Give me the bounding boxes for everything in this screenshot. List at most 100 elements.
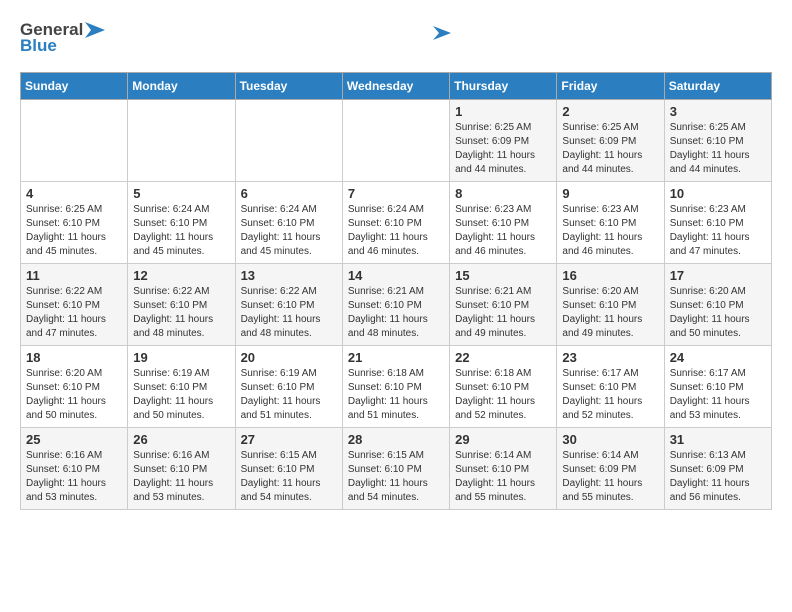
- calendar-cell: 29Sunrise: 6:14 AM Sunset: 6:10 PM Dayli…: [450, 428, 557, 510]
- calendar-day-header: Monday: [128, 73, 235, 100]
- calendar-cell: 13 Sunrise: 6:22 AM Sunset: 6:10 PM Dayli…: [235, 264, 342, 346]
- day-info-text: Sunrise: 6:23 AM Sunset: 6:10 PM Dayligh…: [455, 203, 551, 259]
- calendar-day-header: Wednesday: [342, 73, 449, 100]
- calendar-cell: 1 Sunrise: 6:25 AM Sunset: 6:09 PM Daylig…: [450, 100, 557, 182]
- calendar-cell: 4 Sunrise: 6:25 AM Sunset: 6:10 PM Daylig…: [21, 182, 128, 264]
- calendar-cell: [342, 100, 449, 182]
- calendar-day-header: Saturday: [664, 73, 771, 100]
- day-info-text: Sunrise: 6:22 AM Sunset: 6:10 PM Dayligh…: [133, 285, 229, 341]
- day-info-text: Sunrise: 6:14 AM Sunset: 6:10 PM Dayligh…: [455, 449, 551, 505]
- day-number: 14: [348, 268, 444, 283]
- calendar-cell: 20 Sunrise: 6:19 AM Sunset: 6:10 PM Dayli…: [235, 346, 342, 428]
- day-info-text: Sunrise: 6:21 AM Sunset: 6:10 PM Dayligh…: [455, 285, 551, 341]
- day-info-text: Sunrise: 6:25 AM Sunset: 6:10 PM Dayligh…: [26, 203, 122, 259]
- calendar-cell: 6 Sunrise: 6:24 AM Sunset: 6:10 PM Daylig…: [235, 182, 342, 264]
- day-number: 23: [562, 350, 658, 365]
- day-number: 3: [670, 104, 766, 119]
- day-info-text: Sunrise: 6:19 AM Sunset: 6:10 PM Dayligh…: [133, 367, 229, 423]
- day-number: 18: [26, 350, 122, 365]
- day-number: 11: [26, 268, 122, 283]
- day-number: 17: [670, 268, 766, 283]
- day-number: 7: [348, 186, 444, 201]
- day-info-text: Sunrise: 6:25 AM Sunset: 6:09 PM Dayligh…: [455, 121, 551, 177]
- day-number: 21: [348, 350, 444, 365]
- logo-arrow-icon: [85, 22, 105, 38]
- logo-blue-text: Blue: [20, 36, 57, 56]
- day-info-text: Sunrise: 6:25 AM Sunset: 6:09 PM Dayligh…: [562, 121, 658, 177]
- day-info-text: Sunrise: 6:18 AM Sunset: 6:10 PM Dayligh…: [348, 367, 444, 423]
- day-number: 13: [241, 268, 337, 283]
- day-number: 19: [133, 350, 229, 365]
- calendar-cell: 7 Sunrise: 6:24 AM Sunset: 6:10 PM Daylig…: [342, 182, 449, 264]
- day-info-text: Sunrise: 6:18 AM Sunset: 6:10 PM Dayligh…: [455, 367, 551, 423]
- day-number: 12: [133, 268, 229, 283]
- day-number: 10: [670, 186, 766, 201]
- calendar-cell: 31Sunrise: 6:13 AM Sunset: 6:09 PM Dayli…: [664, 428, 771, 510]
- calendar-table: SundayMondayTuesdayWednesdayThursdayFrid…: [20, 72, 772, 510]
- header: General Blue: [20, 20, 772, 56]
- calendar-cell: 14 Sunrise: 6:21 AM Sunset: 6:10 PM Dayli…: [342, 264, 449, 346]
- day-info-text: Sunrise: 6:23 AM Sunset: 6:10 PM Dayligh…: [562, 203, 658, 259]
- calendar-day-header: Thursday: [450, 73, 557, 100]
- day-number: 5: [133, 186, 229, 201]
- calendar-week-row: 18 Sunrise: 6:20 AM Sunset: 6:10 PM Dayli…: [21, 346, 772, 428]
- calendar-cell: 3 Sunrise: 6:25 AM Sunset: 6:10 PM Daylig…: [664, 100, 771, 182]
- day-info-text: Sunrise: 6:20 AM Sunset: 6:10 PM Dayligh…: [562, 285, 658, 341]
- calendar-cell: 24 Sunrise: 6:17 AM Sunset: 6:10 PM Dayli…: [664, 346, 771, 428]
- calendar-cell: [128, 100, 235, 182]
- day-number: 6: [241, 186, 337, 201]
- day-info-text: Sunrise: 6:25 AM Sunset: 6:10 PM Dayligh…: [670, 121, 766, 177]
- calendar-cell: 19 Sunrise: 6:19 AM Sunset: 6:10 PM Dayli…: [128, 346, 235, 428]
- calendar-cell: 26 Sunrise: 6:16 AM Sunset: 6:10 PM Dayli…: [128, 428, 235, 510]
- day-info-text: Sunrise: 6:15 AM Sunset: 6:10 PM Dayligh…: [348, 449, 444, 505]
- calendar-week-row: 1 Sunrise: 6:25 AM Sunset: 6:09 PM Daylig…: [21, 100, 772, 182]
- day-info-text: Sunrise: 6:24 AM Sunset: 6:10 PM Dayligh…: [241, 203, 337, 259]
- day-number: 16: [562, 268, 658, 283]
- calendar-cell: 5 Sunrise: 6:24 AM Sunset: 6:10 PM Daylig…: [128, 182, 235, 264]
- day-number: 1: [455, 104, 551, 119]
- day-number: 31: [670, 432, 766, 447]
- day-number: 27: [241, 432, 337, 447]
- calendar-cell: [235, 100, 342, 182]
- day-number: 22: [455, 350, 551, 365]
- calendar-cell: 30 Sunrise: 6:14 AM Sunset: 6:09 PM Dayli…: [557, 428, 664, 510]
- day-info-text: Sunrise: 6:14 AM Sunset: 6:09 PM Dayligh…: [562, 449, 658, 505]
- logo: General Blue: [20, 20, 105, 56]
- calendar-cell: [21, 100, 128, 182]
- calendar-cell: 16 Sunrise: 6:20 AM Sunset: 6:10 PM Dayli…: [557, 264, 664, 346]
- day-number: 24: [670, 350, 766, 365]
- calendar-cell: 25Sunrise: 6:16 AM Sunset: 6:10 PM Dayli…: [21, 428, 128, 510]
- calendar-day-header: Sunday: [21, 73, 128, 100]
- calendar-week-row: 4 Sunrise: 6:25 AM Sunset: 6:10 PM Daylig…: [21, 182, 772, 264]
- calendar-cell: 28Sunrise: 6:15 AM Sunset: 6:10 PM Dayli…: [342, 428, 449, 510]
- day-info-text: Sunrise: 6:23 AM Sunset: 6:10 PM Dayligh…: [670, 203, 766, 259]
- calendar-day-header: Tuesday: [235, 73, 342, 100]
- calendar-cell: 2Sunrise: 6:25 AM Sunset: 6:09 PM Daylig…: [557, 100, 664, 182]
- day-info-text: Sunrise: 6:17 AM Sunset: 6:10 PM Dayligh…: [670, 367, 766, 423]
- calendar-day-header: Friday: [557, 73, 664, 100]
- day-info-text: Sunrise: 6:21 AM Sunset: 6:10 PM Dayligh…: [348, 285, 444, 341]
- day-info-text: Sunrise: 6:16 AM Sunset: 6:10 PM Dayligh…: [133, 449, 229, 505]
- calendar-header-row: SundayMondayTuesdayWednesdayThursdayFrid…: [21, 73, 772, 100]
- day-number: 26: [133, 432, 229, 447]
- calendar-week-row: 11 Sunrise: 6:22 AM Sunset: 6:10 PM Dayli…: [21, 264, 772, 346]
- calendar-cell: 9Sunrise: 6:23 AM Sunset: 6:10 PM Daylig…: [557, 182, 664, 264]
- calendar-cell: 12 Sunrise: 6:22 AM Sunset: 6:10 PM Dayli…: [128, 264, 235, 346]
- day-info-text: Sunrise: 6:20 AM Sunset: 6:10 PM Dayligh…: [26, 367, 122, 423]
- day-info-text: Sunrise: 6:22 AM Sunset: 6:10 PM Dayligh…: [241, 285, 337, 341]
- calendar-cell: 23Sunrise: 6:17 AM Sunset: 6:10 PM Dayli…: [557, 346, 664, 428]
- day-info-text: Sunrise: 6:19 AM Sunset: 6:10 PM Dayligh…: [241, 367, 337, 423]
- calendar-cell: 17Sunrise: 6:20 AM Sunset: 6:10 PM Dayli…: [664, 264, 771, 346]
- calendar-cell: 21 Sunrise: 6:18 AM Sunset: 6:10 PM Dayli…: [342, 346, 449, 428]
- day-info-text: Sunrise: 6:24 AM Sunset: 6:10 PM Dayligh…: [133, 203, 229, 259]
- day-number: 4: [26, 186, 122, 201]
- day-info-text: Sunrise: 6:15 AM Sunset: 6:10 PM Dayligh…: [241, 449, 337, 505]
- calendar-cell: 27 Sunrise: 6:15 AM Sunset: 6:10 PM Dayli…: [235, 428, 342, 510]
- day-info-text: Sunrise: 6:16 AM Sunset: 6:10 PM Dayligh…: [26, 449, 122, 505]
- calendar-cell: 15Sunrise: 6:21 AM Sunset: 6:10 PM Dayli…: [450, 264, 557, 346]
- day-info-text: Sunrise: 6:24 AM Sunset: 6:10 PM Dayligh…: [348, 203, 444, 259]
- day-info-text: Sunrise: 6:22 AM Sunset: 6:10 PM Dayligh…: [26, 285, 122, 341]
- day-number: 20: [241, 350, 337, 365]
- calendar-cell: 11 Sunrise: 6:22 AM Sunset: 6:10 PM Dayli…: [21, 264, 128, 346]
- day-number: 30: [562, 432, 658, 447]
